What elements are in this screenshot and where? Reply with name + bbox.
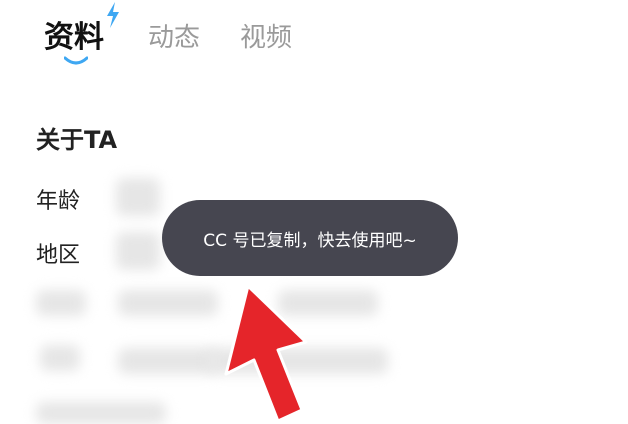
tab-moments[interactable]: 动态 [148, 20, 200, 56]
blurred-value [118, 290, 218, 316]
copy-toast: CC 号已复制，快去使用吧~ [162, 200, 458, 276]
about-section-title: 关于TA [36, 126, 118, 154]
tab-videos[interactable]: 视频 [240, 20, 292, 56]
lightning-bolt-icon [107, 2, 119, 28]
blurred-label [40, 345, 80, 371]
toast-message: CC 号已复制，快去使用吧~ [203, 230, 417, 251]
blurred-value [118, 348, 218, 374]
tab-bar: 资料 动态 视频 [0, 0, 628, 80]
blurred-age-value [116, 178, 160, 216]
blurred-label [36, 290, 86, 316]
age-label: 年龄 [36, 189, 81, 214]
blurred-region-value [116, 232, 160, 270]
active-tab-indicator [64, 56, 88, 65]
red-arrow-annotation [224, 284, 308, 421]
tab-profile[interactable]: 资料 [44, 20, 104, 56]
region-label: 地区 [36, 243, 81, 268]
